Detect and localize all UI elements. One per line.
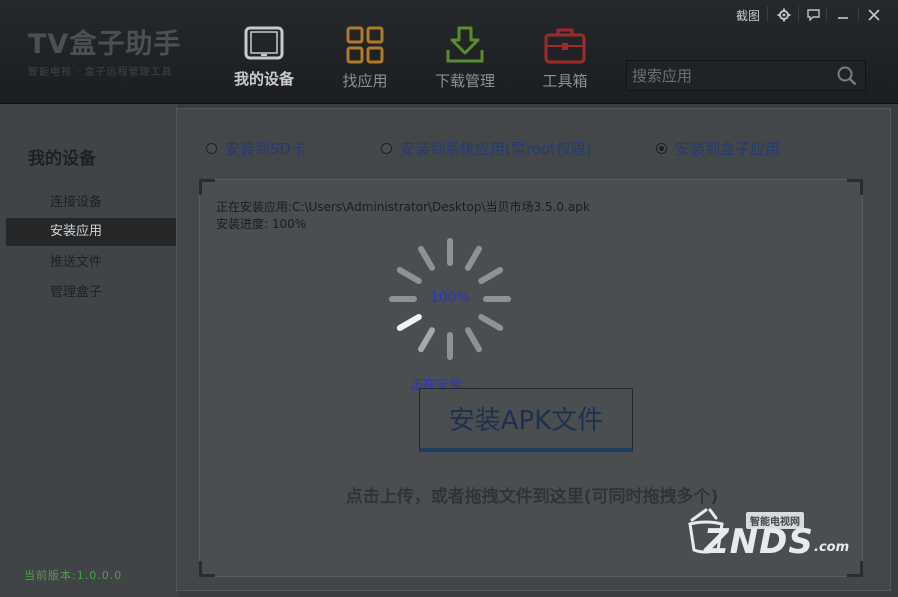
install-progress-text: 安装进度: 100%: [216, 217, 307, 231]
corner-mark: [199, 561, 215, 577]
radio-install-sd-card[interactable]: 安装到SD卡: [206, 138, 306, 159]
sidebar-item-push-file[interactable]: 推送文件: [6, 249, 178, 277]
watermark-suffix: .com: [814, 540, 850, 555]
nav-label: 工具箱: [542, 72, 588, 90]
minimize-icon: [838, 17, 848, 19]
divider: [767, 6, 768, 22]
logo-subtitle: 智能电视 · 盒子远程管理工具: [28, 67, 173, 78]
screenshot-button[interactable]: 截图: [732, 4, 764, 26]
close-button[interactable]: [862, 4, 886, 26]
search-box: [626, 60, 866, 91]
radio-install-system-app[interactable]: 安装到系统应用(需root权限): [381, 138, 592, 159]
radio-label: 安装到系统应用(需root权限): [400, 140, 592, 158]
minimize-button[interactable]: [830, 4, 856, 26]
sidebar: 我的设备 连接设备 安装应用 推送文件 管理盒子 当前版本:1.0.0.0: [0, 104, 178, 597]
sidebar-item-manage-box[interactable]: 管理盒子: [6, 279, 178, 307]
corner-mark: [847, 179, 863, 195]
screenshot-label: 截图: [735, 8, 760, 23]
search-input[interactable]: [627, 61, 827, 90]
search-icon[interactable]: [837, 66, 857, 86]
nav-download-manager[interactable]: 下载管理: [420, 26, 510, 98]
install-apk-button[interactable]: 安装APK文件: [419, 388, 633, 452]
chat-bubble-icon: [806, 9, 820, 21]
spinner-percent: 100%: [429, 290, 471, 306]
download-icon: [446, 26, 484, 63]
sidebar-title: 我的设备: [28, 149, 96, 169]
radio-dot: [656, 143, 667, 154]
radio-label: 安装到SD卡: [225, 140, 307, 158]
radio-dot: [381, 143, 392, 154]
install-path-text: 正在安装应用:C:\Users\Administrator\Desktop\当贝…: [216, 200, 590, 214]
gear-icon: [777, 8, 791, 22]
nav-my-devices[interactable]: 我的设备: [219, 26, 309, 98]
toolbox-icon: [544, 28, 586, 64]
feedback-button[interactable]: [802, 4, 824, 26]
divider: [798, 6, 799, 22]
settings-button[interactable]: [772, 4, 796, 26]
nav-label: 找应用: [342, 72, 388, 90]
radio-label: 安装到盒子应用: [675, 140, 781, 158]
version-label: 当前版本:1.0.0.0: [24, 569, 123, 582]
sidebar-item-connect-device[interactable]: 连接设备: [6, 189, 178, 217]
nav-toolbox[interactable]: 工具箱: [520, 26, 610, 98]
znds-watermark: 智能电视网 ZNDS .com: [686, 500, 856, 570]
app-logo: TV盒子助手 智能电视 · 盒子远程管理工具: [28, 22, 181, 78]
tablet-icon: [244, 26, 284, 60]
close-icon: [868, 9, 880, 21]
divider: [826, 6, 827, 22]
sidebar-item-install-app[interactable]: 安装应用: [6, 218, 178, 246]
corner-mark: [199, 179, 215, 195]
divider: [858, 6, 859, 22]
logo-title: TV盒子助手: [28, 29, 182, 60]
watermark-brand: ZNDS: [704, 522, 814, 562]
nav-find-apps[interactable]: 找应用: [320, 26, 410, 98]
app-header: TV盒子助手 智能电视 · 盒子远程管理工具 我的设备 找应用 下载管理 工具箱…: [0, 0, 898, 104]
nav-label: 我的设备: [233, 70, 294, 88]
radio-install-box-app[interactable]: 安装到盒子应用: [656, 138, 780, 159]
radio-dot: [206, 143, 217, 154]
app-grid-icon: [346, 26, 384, 64]
nav-label: 下载管理: [434, 72, 495, 90]
